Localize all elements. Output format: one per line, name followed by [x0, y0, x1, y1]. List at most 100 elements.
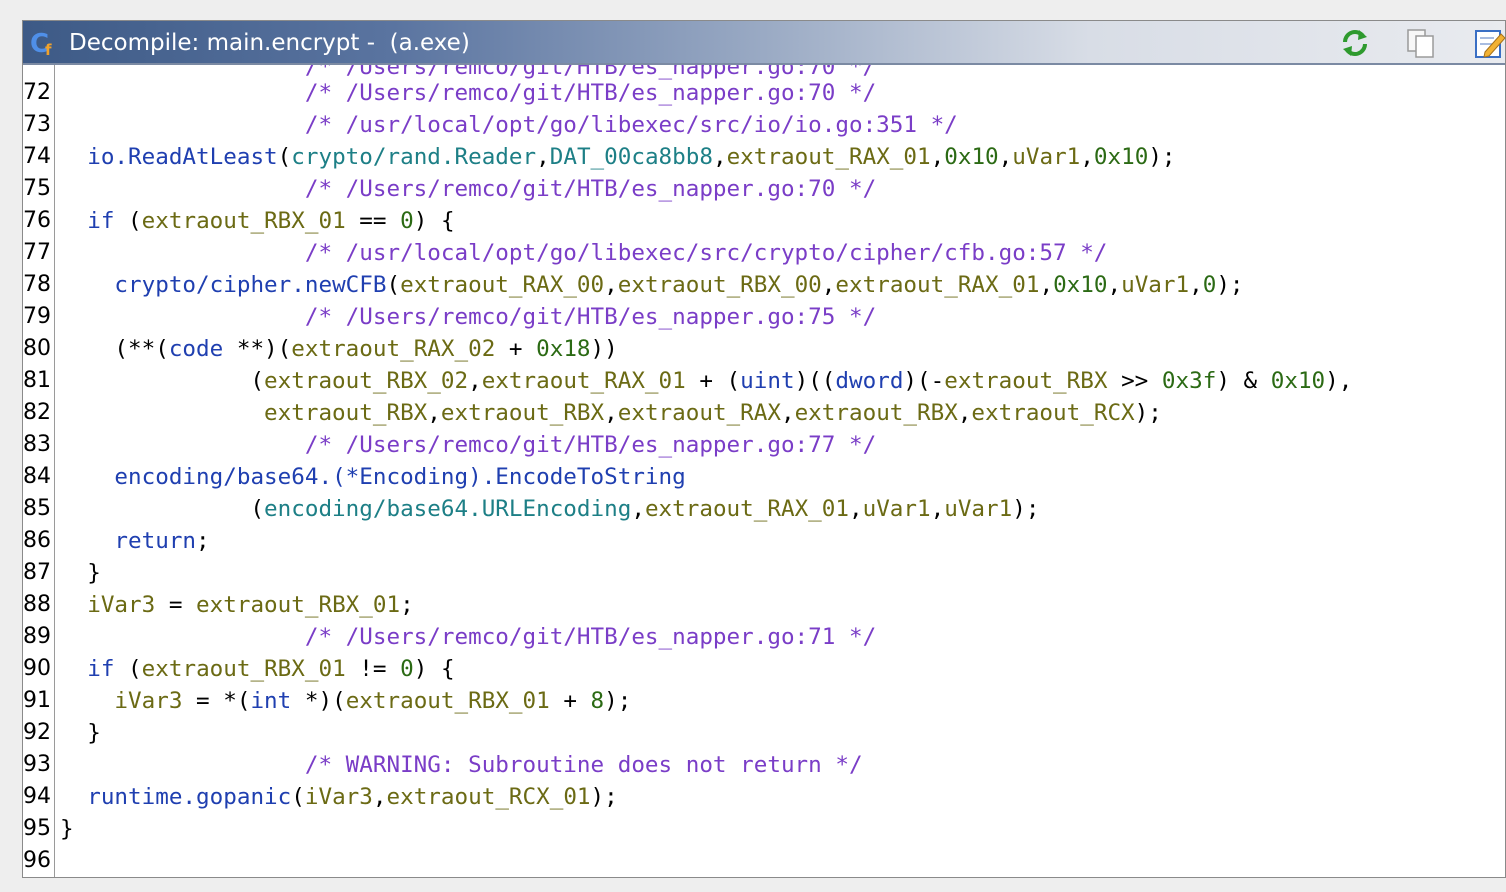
- code-text[interactable]: (extraout_RBX_02,extraout_RAX_01 + (uint…: [60, 365, 1352, 397]
- code-token[interactable]: uVar1: [1121, 272, 1189, 298]
- code-line[interactable]: 93 /* WARNING: Subroutine does not retur…: [23, 749, 1505, 781]
- code-line[interactable]: 89 /* /Users/remco/git/HTB/es_napper.go:…: [23, 621, 1505, 653]
- code-text[interactable]: io.ReadAtLeast(crypto/rand.Reader,DAT_00…: [60, 141, 1175, 173]
- code-line[interactable]: 91 iVar3 = *(int *)(extraout_RBX_01 + 8)…: [23, 685, 1505, 717]
- code-text[interactable]: if (extraout_RBX_01 == 0) {: [60, 205, 454, 237]
- code-token[interactable]: extraout_RAX_02: [291, 336, 495, 362]
- code-line[interactable]: 88 iVar3 = extraout_RBX_01;: [23, 589, 1505, 621]
- code-token[interactable]: if: [87, 656, 114, 682]
- code-token[interactable]: extraout_RAX_01: [482, 368, 686, 394]
- code-line[interactable]: 76 if (extraout_RBX_01 == 0) {: [23, 205, 1505, 237]
- code-text[interactable]: /* /Users/remco/git/HTB/es_napper.go:77 …: [60, 429, 876, 461]
- code-line[interactable]: 80 (**(code **)(extraout_RAX_02 + 0x18)): [23, 333, 1505, 365]
- refresh-button[interactable]: [1337, 25, 1373, 61]
- code-token[interactable]: 8: [591, 688, 605, 714]
- code-text[interactable]: /* /usr/local/opt/go/libexec/src/crypto/…: [60, 237, 1108, 269]
- code-token[interactable]: code: [169, 336, 223, 362]
- code-line[interactable]: 78 crypto/cipher.newCFB(extraout_RAX_00,…: [23, 269, 1505, 301]
- code-token[interactable]: extraout_RAX_00: [400, 272, 604, 298]
- code-token[interactable]: extraout_RAX_01: [835, 272, 1039, 298]
- code-line[interactable]: 72 /* /Users/remco/git/HTB/es_napper.go:…: [23, 77, 1505, 109]
- code-token[interactable]: uVar1: [944, 496, 1012, 522]
- code-token[interactable]: 0: [400, 656, 414, 682]
- copy-button[interactable]: [1403, 25, 1439, 61]
- code-token[interactable]: extraout_RBX: [441, 400, 604, 426]
- code-line[interactable]: 82 extraout_RBX,extraout_RBX,extraout_RA…: [23, 397, 1505, 429]
- code-text[interactable]: }: [60, 717, 101, 749]
- code-token[interactable]: extraout_RBX_00: [618, 272, 822, 298]
- code-line[interactable]: 96: [23, 845, 1505, 877]
- code-line[interactable]: 94 runtime.gopanic(iVar3,extraout_RCX_01…: [23, 781, 1505, 813]
- code-line[interactable]: 84 encoding/base64.(*Encoding).EncodeToS…: [23, 461, 1505, 493]
- code-token[interactable]: extraout_RCX: [971, 400, 1134, 426]
- code-line[interactable]: 86 return;: [23, 525, 1505, 557]
- code-token[interactable]: 0: [400, 208, 414, 234]
- code-text[interactable]: /* /usr/local/opt/go/libexec/src/io/io.g…: [60, 109, 958, 141]
- code-token[interactable]: io.ReadAtLeast: [87, 144, 277, 170]
- code-token[interactable]: iVar3: [114, 688, 182, 714]
- code-token[interactable]: extraout_RAX_01: [727, 144, 931, 170]
- code-line[interactable]: 90 if (extraout_RBX_01 != 0) {: [23, 653, 1505, 685]
- code-token[interactable]: 0x10: [1053, 272, 1107, 298]
- code-token[interactable]: uVar1: [863, 496, 931, 522]
- code-token[interactable]: extraout_RBX: [795, 400, 958, 426]
- code-token[interactable]: DAT_00ca8bb8: [550, 144, 713, 170]
- code-token[interactable]: encoding/base64.(*Encoding).EncodeToStri…: [114, 464, 685, 490]
- code-token[interactable]: encoding/base64.URLEncoding: [264, 496, 631, 522]
- code-line[interactable]: 74 io.ReadAtLeast(crypto/rand.Reader,DAT…: [23, 141, 1505, 173]
- code-text[interactable]: /* /Users/remco/git/HTB/es_napper.go:71 …: [60, 621, 876, 653]
- code-text[interactable]: (**(code **)(extraout_RAX_02 + 0x18)): [60, 333, 617, 365]
- code-text[interactable]: }: [60, 557, 101, 589]
- code-text[interactable]: iVar3 = extraout_RBX_01;: [60, 589, 413, 621]
- code-text[interactable]: iVar3 = *(int *)(extraout_RBX_01 + 8);: [60, 685, 631, 717]
- code-text[interactable]: /* /Users/remco/git/HTB/es_napper.go:70 …: [60, 173, 876, 205]
- code-token[interactable]: int: [250, 688, 291, 714]
- code-line[interactable]: 77 /* /usr/local/opt/go/libexec/src/cryp…: [23, 237, 1505, 269]
- code-token[interactable]: extraout_RCX_01: [387, 784, 591, 810]
- code-token[interactable]: 0x3f: [1162, 368, 1216, 394]
- code-token[interactable]: runtime.gopanic: [87, 784, 291, 810]
- code-text[interactable]: encoding/base64.(*Encoding).EncodeToStri…: [60, 461, 685, 493]
- code-text[interactable]: if (extraout_RBX_01 != 0) {: [60, 653, 454, 685]
- code-token[interactable]: extraout_RBX_01: [142, 208, 346, 234]
- code-text[interactable]: /* /Users/remco/git/HTB/es_napper.go:75 …: [60, 301, 876, 333]
- code-token[interactable]: extraout_RBX_02: [264, 368, 468, 394]
- code-text[interactable]: runtime.gopanic(iVar3,extraout_RCX_01);: [60, 781, 618, 813]
- code-token[interactable]: uVar1: [1012, 144, 1080, 170]
- code-token[interactable]: if: [87, 208, 114, 234]
- code-token[interactable]: iVar3: [305, 784, 373, 810]
- code-text[interactable]: (encoding/base64.URLEncoding,extraout_RA…: [60, 493, 1039, 525]
- code-token[interactable]: iVar3: [87, 592, 155, 618]
- code-line[interactable]: 81 (extraout_RBX_02,extraout_RAX_01 + (u…: [23, 365, 1505, 397]
- code-token[interactable]: crypto/rand.Reader: [291, 144, 536, 170]
- code-text[interactable]: extraout_RBX,extraout_RBX,extraout_RAX,e…: [60, 397, 1162, 429]
- code-token[interactable]: 0x10: [944, 144, 998, 170]
- code-token[interactable]: 0x10: [1094, 144, 1148, 170]
- code-token[interactable]: extraout_RBX_01: [196, 592, 400, 618]
- code-line[interactable]: 85 (encoding/base64.URLEncoding,extraout…: [23, 493, 1505, 525]
- code-line[interactable]: 87 }: [23, 557, 1505, 589]
- code-line[interactable]: 83 /* /Users/remco/git/HTB/es_napper.go:…: [23, 429, 1505, 461]
- code-token[interactable]: 0x18: [536, 336, 590, 362]
- code-text[interactable]: /* /Users/remco/git/HTB/es_napper.go:70 …: [60, 77, 876, 109]
- code-token[interactable]: extraout_RAX_01: [645, 496, 849, 522]
- code-token[interactable]: extraout_RAX: [618, 400, 781, 426]
- code-token[interactable]: 0: [1203, 272, 1217, 298]
- code-text[interactable]: /* WARNING: Subroutine does not return *…: [60, 749, 863, 781]
- code-line[interactable]: 92 }: [23, 717, 1505, 749]
- code-area[interactable]: /* /Users/remco/git/HTB/es_napper.go:70 …: [23, 65, 1505, 877]
- code-token[interactable]: dword: [835, 368, 903, 394]
- code-text[interactable]: return;: [60, 525, 209, 557]
- code-token[interactable]: uint: [740, 368, 794, 394]
- code-token[interactable]: extraout_RBX_01: [142, 656, 346, 682]
- code-token[interactable]: return: [114, 528, 196, 554]
- code-line[interactable]: 95}: [23, 813, 1505, 845]
- code-token[interactable]: extraout_RBX_01: [346, 688, 550, 714]
- code-text[interactable]: crypto/cipher.newCFB(extraout_RAX_00,ext…: [60, 269, 1243, 301]
- code-token[interactable]: extraout_RBX: [264, 400, 427, 426]
- code-text[interactable]: }: [60, 813, 74, 845]
- code-token[interactable]: crypto/cipher.newCFB: [114, 272, 386, 298]
- code-token[interactable]: extraout_RBX: [944, 368, 1107, 394]
- code-line[interactable]: 75 /* /Users/remco/git/HTB/es_napper.go:…: [23, 173, 1505, 205]
- edit-button[interactable]: [1471, 25, 1506, 61]
